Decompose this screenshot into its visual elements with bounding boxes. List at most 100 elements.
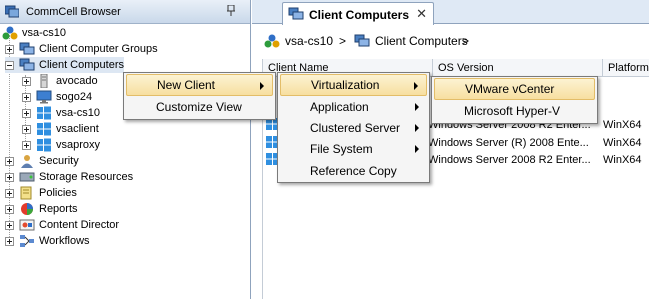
tree-label: Workflows: [39, 235, 90, 247]
tree-item-client-computers[interactable]: Client Computers: [5, 57, 124, 73]
storage-icon: [19, 170, 35, 184]
expand-icon[interactable]: [5, 236, 14, 246]
tree-item-reports[interactable]: Reports: [5, 201, 78, 217]
tree-label: vsa-cs10: [56, 107, 101, 119]
breadcrumb-label: Client Computers: [375, 34, 468, 48]
breadcrumb-separator[interactable]: >: [339, 34, 346, 48]
tree-item-root[interactable]: vsa-cs10: [2, 25, 66, 41]
expand-icon[interactable]: [5, 44, 14, 54]
expand-icon[interactable]: [5, 156, 14, 166]
tree-item-client[interactable]: vsa-cs10: [22, 105, 100, 121]
tree-item-storage-resources[interactable]: Storage Resources: [5, 169, 133, 185]
expand-icon[interactable]: [5, 220, 14, 230]
menu-item-virtualization[interactable]: Virtualization: [280, 74, 427, 96]
os-version-cell: Windows Server 2008 R2 Enter...: [428, 154, 591, 166]
menu-item-label: File System: [310, 142, 373, 156]
virtualization-submenu: VMware vCenter Microsoft Hyper-V: [431, 76, 598, 124]
windows-icon: [36, 122, 52, 136]
expand-icon[interactable]: [5, 172, 14, 182]
tree-item-content-director[interactable]: Content Director: [5, 217, 119, 233]
expand-icon[interactable]: [22, 108, 31, 118]
policies-icon: [19, 186, 35, 200]
expand-icon[interactable]: [22, 124, 31, 134]
tree-item-client[interactable]: avocado: [22, 73, 98, 89]
tree-item-workflows[interactable]: Workflows: [5, 233, 90, 249]
tree-item-client-computer-groups[interactable]: Client Computer Groups: [5, 41, 158, 57]
monitor-icon: [36, 90, 52, 104]
context-menu: New Client Customize View: [123, 72, 276, 120]
client-computers-icon: [354, 34, 370, 48]
menu-item-file-system[interactable]: File System: [280, 138, 427, 160]
submenu-arrow-icon: [415, 124, 419, 132]
security-icon: [19, 154, 35, 168]
tree-item-client[interactable]: vsaclient: [22, 121, 99, 137]
server-icon: [36, 73, 52, 89]
menu-item-label: Clustered Server: [310, 121, 401, 135]
tree-label: Content Director: [39, 219, 120, 231]
submenu-arrow-icon: [415, 145, 419, 153]
expand-icon[interactable]: [22, 140, 31, 150]
tree-label: avocado: [56, 75, 98, 87]
menu-item-label: New Client: [157, 78, 216, 92]
commcell-root-icon: [2, 26, 18, 40]
windows-icon: [36, 138, 52, 152]
tree-item-client[interactable]: sogo24: [22, 89, 92, 105]
pin-icon[interactable]: [226, 4, 236, 19]
commcell-browser-pane: CommCell Browser vsa-cs10 Client Compute…: [0, 0, 251, 299]
menu-item-label: Application: [310, 100, 369, 114]
menu-item-reference-copy[interactable]: Reference Copy: [280, 160, 427, 182]
expand-icon[interactable]: [5, 188, 14, 198]
tree-label: vsaproxy: [56, 139, 101, 151]
commcell-browser-header: CommCell Browser: [0, 0, 250, 24]
tree-label: Storage Resources: [39, 171, 134, 183]
breadcrumb-item-client-computers[interactable]: Client Computers: [354, 34, 468, 48]
platform-cell: WinX64: [603, 154, 642, 166]
submenu-arrow-icon: [414, 82, 418, 90]
tree-label: Client Computer Groups: [39, 43, 158, 55]
tree-label: Policies: [39, 187, 77, 199]
expand-icon[interactable]: [5, 204, 14, 214]
os-version-cell: Windows Server (R) 2008 Ente...: [428, 137, 589, 149]
tree-label: vsa-cs10: [22, 27, 67, 39]
collapse-icon[interactable]: [5, 60, 14, 70]
tree-label: vsaclient: [56, 123, 99, 135]
menu-item-application[interactable]: Application: [280, 96, 427, 118]
close-icon[interactable]: ✕: [416, 6, 427, 22]
new-client-submenu: Virtualization Application Clustered Ser…: [277, 72, 430, 183]
client-group-icon: [19, 42, 35, 56]
breadcrumb-separator[interactable]: >: [462, 34, 469, 48]
commcell-icon: [5, 5, 19, 18]
column-header-platform[interactable]: Platform: [603, 59, 649, 77]
column-header-os-version[interactable]: OS Version: [433, 59, 603, 77]
tree-label: Client Computers: [39, 59, 124, 71]
tab-label: Client Computers: [309, 8, 410, 22]
menu-item-label: VMware vCenter: [465, 82, 555, 96]
tree-item-client[interactable]: vsaproxy: [22, 137, 100, 153]
tree-label: sogo24: [56, 91, 93, 103]
commcell-root-icon: [264, 34, 280, 48]
tree-item-security[interactable]: Security: [5, 153, 79, 169]
client-computers-icon: [19, 58, 35, 72]
menu-item-microsoft-hyper-v[interactable]: Microsoft Hyper-V: [434, 100, 595, 122]
commcell-browser-title: CommCell Browser: [26, 6, 121, 18]
client-computers-icon: [288, 7, 304, 20]
menu-item-label: Reference Copy: [310, 164, 397, 178]
reports-icon: [19, 202, 35, 216]
expand-icon[interactable]: [22, 92, 31, 102]
platform-cell: WinX64: [603, 119, 642, 131]
tab-client-computers[interactable]: Client Computers ✕: [282, 2, 434, 25]
menu-item-label: Microsoft Hyper-V: [464, 104, 561, 118]
windows-icon: [36, 106, 52, 120]
menu-item-new-client[interactable]: New Client: [126, 74, 273, 96]
breadcrumb-item-root[interactable]: vsa-cs10: [264, 34, 333, 48]
menu-item-label: Customize View: [156, 100, 242, 114]
menu-item-clustered-server[interactable]: Clustered Server: [280, 117, 427, 139]
expand-icon[interactable]: [22, 76, 31, 86]
submenu-arrow-icon: [260, 82, 264, 90]
tree-label: Reports: [39, 203, 78, 215]
submenu-arrow-icon: [415, 103, 419, 111]
menu-item-customize-view[interactable]: Customize View: [126, 96, 273, 118]
menu-item-vmware-vcenter[interactable]: VMware vCenter: [434, 78, 595, 100]
workflows-icon: [19, 234, 35, 248]
tree-item-policies[interactable]: Policies: [5, 185, 77, 201]
